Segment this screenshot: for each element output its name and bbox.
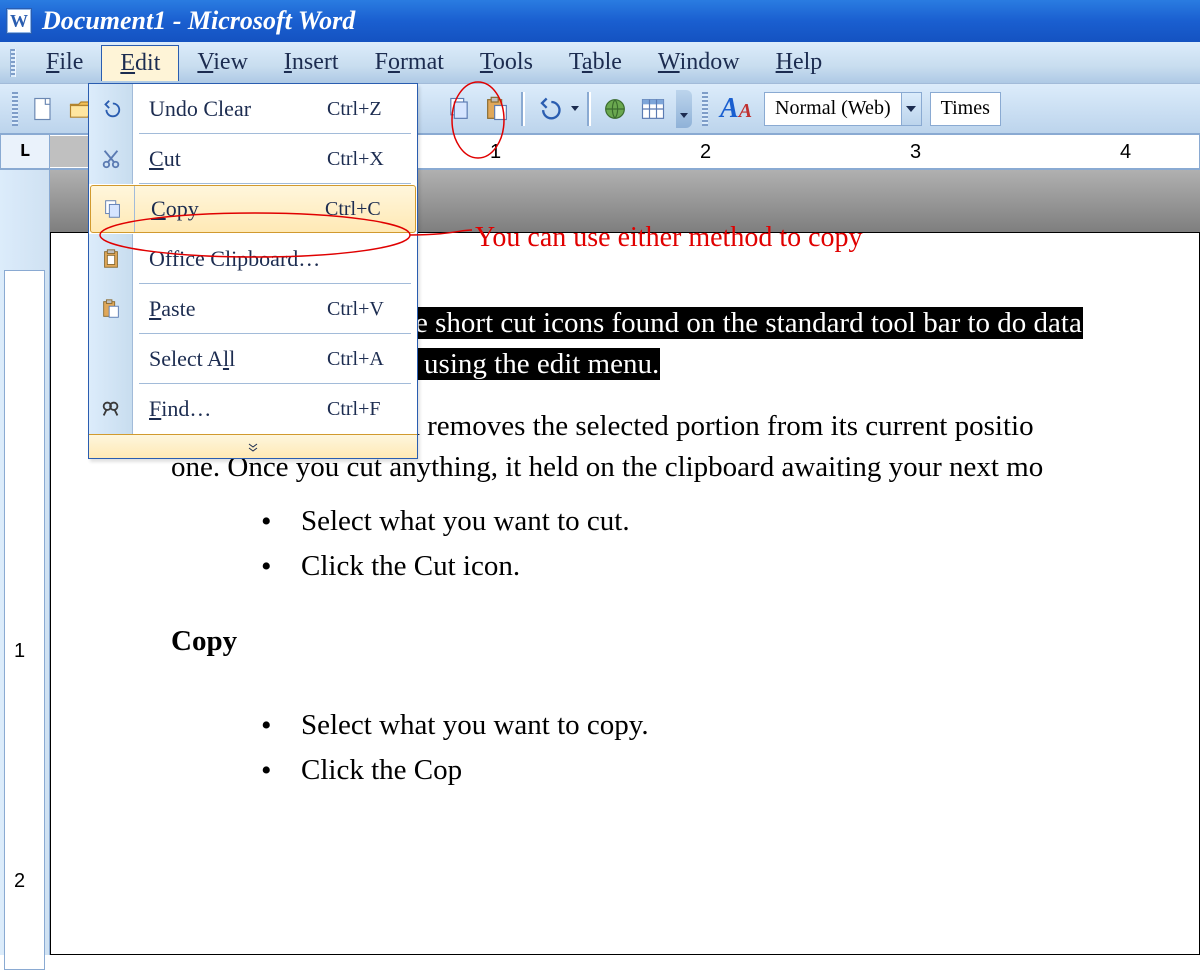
ruler-mark: 2: [700, 141, 711, 164]
heading-copy: Copy: [171, 621, 1199, 662]
menu-shortcut: Ctrl+Z: [327, 98, 417, 121]
menu-item-cut[interactable]: Cut Ctrl+X: [89, 134, 417, 184]
menu-window[interactable]: Window: [640, 45, 758, 80]
style-selector-drop[interactable]: [902, 92, 922, 126]
new-doc-button[interactable]: [25, 91, 61, 127]
menu-shortcut: Ctrl+F: [327, 398, 417, 421]
font-selector[interactable]: Times: [930, 92, 1001, 126]
menu-item-copy[interactable]: Copy Ctrl+C: [90, 185, 416, 233]
title-bar: W Document1 - Microsoft Word: [0, 0, 1200, 42]
menu-view[interactable]: View: [179, 45, 266, 80]
menu-shortcut: Ctrl+C: [325, 198, 415, 221]
list-item: Click the Cut icon.: [261, 546, 1199, 587]
window-title: Document1 - Microsoft Word: [42, 6, 355, 36]
toolbar-grip[interactable]: [10, 49, 16, 77]
font-selector-value: Times: [941, 97, 990, 120]
undo-button[interactable]: [531, 91, 567, 127]
vruler-mark: 2: [14, 870, 25, 893]
toolbar-grip[interactable]: [702, 92, 708, 126]
menu-item-office-clipboard[interactable]: Office Clipboard…: [89, 234, 417, 284]
menu-bar: File Edit View Insert Format Tools Table…: [0, 42, 1200, 84]
menu-label: Undo Clear: [149, 96, 251, 121]
list-item: Select what you want to cut.: [261, 501, 1199, 542]
list-item: Click the Cop: [261, 750, 1199, 791]
cut-icon: [100, 148, 122, 170]
ruler-mark: 1: [490, 141, 501, 164]
menu-item-select-all[interactable]: Select All Ctrl+A: [89, 334, 417, 384]
toolbar-grip[interactable]: [12, 92, 18, 126]
toolbar-options-button[interactable]: [676, 90, 692, 128]
list-item: Select what you want to copy.: [261, 705, 1199, 746]
separator-icon: [521, 92, 525, 126]
hyperlink-button[interactable]: [597, 91, 633, 127]
menu-item-undo[interactable]: Undo Clear Ctrl+Z: [89, 84, 417, 134]
menu-item-find[interactable]: Find… Ctrl+F: [89, 384, 417, 434]
tab-selector[interactable]: L: [0, 134, 50, 169]
ruler-mark: 4: [1120, 141, 1131, 164]
separator-icon: [587, 92, 591, 126]
copy-icon: [102, 198, 124, 220]
menu-expand-button[interactable]: [89, 434, 417, 458]
menu-help[interactable]: Help: [758, 45, 841, 80]
menu-shortcut: Ctrl+X: [327, 148, 417, 171]
menu-edit[interactable]: Edit: [101, 45, 179, 81]
menu-tools[interactable]: Tools: [462, 45, 551, 80]
style-selector[interactable]: Normal (Web): [764, 92, 902, 126]
menu-format[interactable]: Format: [357, 45, 462, 80]
menu-shortcut: Ctrl+V: [327, 298, 417, 321]
vertical-ruler[interactable]: 1 2: [0, 170, 50, 955]
edit-menu-dropdown: Undo Clear Ctrl+Z Cut Ctrl+X Copy Ctrl+C…: [88, 83, 418, 459]
undo-icon: [100, 98, 122, 120]
paste-icon: [100, 298, 122, 320]
copy-button-toolbar[interactable]: [441, 91, 477, 127]
clipboard-icon: [100, 248, 122, 270]
table-button[interactable]: [635, 91, 671, 127]
menu-label: Office Clipboard…: [133, 246, 327, 272]
word-app-icon: W: [6, 8, 32, 34]
menu-insert[interactable]: Insert: [266, 45, 357, 80]
annotation-text: You can use either method to copy: [475, 222, 863, 254]
styles-icon[interactable]: AA: [720, 93, 752, 125]
menu-shortcut: Ctrl+A: [327, 348, 417, 371]
ruler-mark: 3: [910, 141, 921, 164]
style-selector-value: Normal (Web): [775, 97, 891, 120]
selected-text[interactable]: e short cut icons found on the standard …: [414, 307, 1083, 339]
find-icon: [100, 398, 122, 420]
paste-button-toolbar[interactable]: [479, 91, 515, 127]
menu-table[interactable]: Table: [551, 45, 640, 80]
menu-item-paste[interactable]: Paste Ctrl+V: [89, 284, 417, 334]
vruler-mark: 1: [14, 640, 25, 663]
menu-file[interactable]: File: [28, 45, 101, 80]
